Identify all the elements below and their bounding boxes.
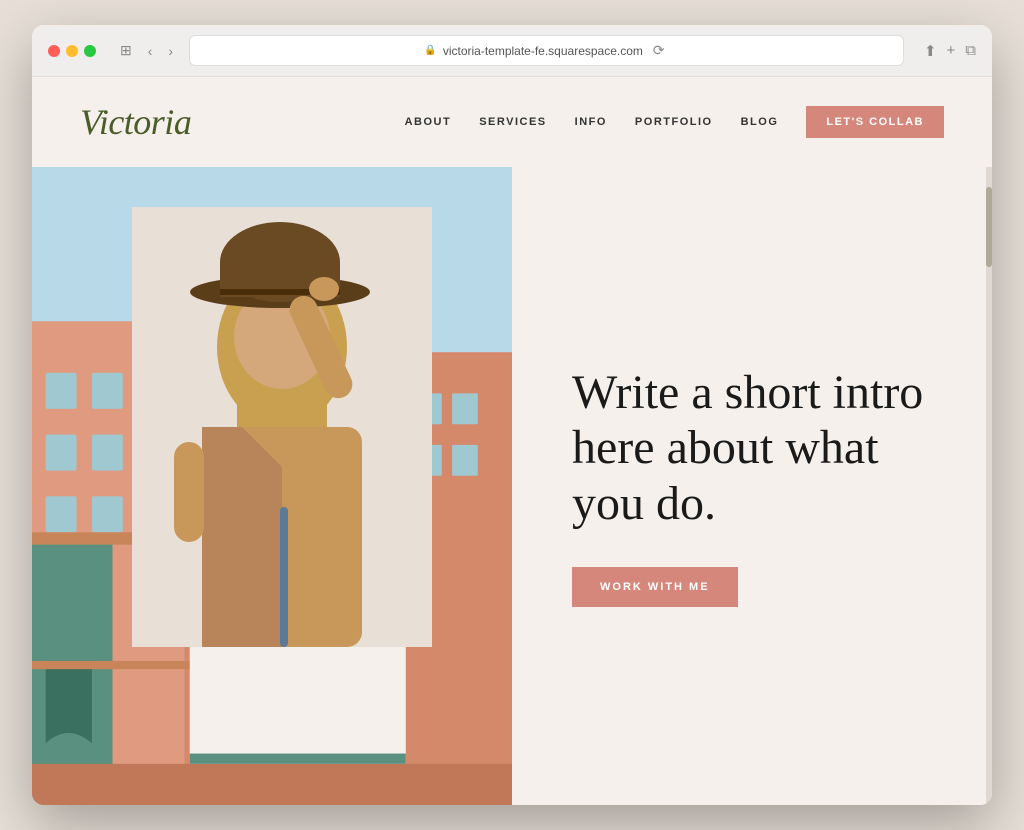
portrait-photo xyxy=(132,207,432,647)
website-content: Victoria ABOUT SERVICES INFO PORTFOLIO B… xyxy=(32,77,992,805)
window-layout-button[interactable]: ⊞ xyxy=(116,40,136,61)
scrollbar[interactable] xyxy=(986,167,992,805)
url-text: victoria-template-fe.squarespace.com xyxy=(443,44,643,58)
traffic-lights xyxy=(48,45,96,57)
hero-section: Write a short intro here about what you … xyxy=(32,167,992,805)
back-button[interactable]: ‹ xyxy=(144,40,157,61)
browser-actions: ⬆ + ⧉ xyxy=(924,42,976,60)
reload-button[interactable]: ⟳ xyxy=(649,40,669,61)
browser-chrome: ⊞ ‹ › 🔒 victoria-template-fe.squarespace… xyxy=(32,25,992,77)
nav-services[interactable]: SERVICES xyxy=(479,116,546,128)
minimize-button[interactable] xyxy=(66,45,78,57)
hero-headline: Write a short intro here about what you … xyxy=(572,365,932,531)
portrait-figure-svg xyxy=(132,207,432,647)
site-logo: Victoria xyxy=(80,101,191,143)
nav-portfolio[interactable]: PORTFOLIO xyxy=(635,116,713,128)
share-button[interactable]: ⬆ xyxy=(924,42,937,60)
maximize-button[interactable] xyxy=(84,45,96,57)
hero-left-panel xyxy=(32,167,512,805)
lock-icon: 🔒 xyxy=(424,45,436,56)
site-nav: ABOUT SERVICES INFO PORTFOLIO BLOG LET'S… xyxy=(405,106,944,138)
hero-right-panel: Write a short intro here about what you … xyxy=(512,167,992,805)
hero-cta-button[interactable]: WORK WITH ME xyxy=(572,567,738,607)
address-bar[interactable]: 🔒 victoria-template-fe.squarespace.com ⟳ xyxy=(189,35,904,66)
site-header: Victoria ABOUT SERVICES INFO PORTFOLIO B… xyxy=(32,77,992,167)
nav-blog[interactable]: BLOG xyxy=(741,116,779,128)
nav-info[interactable]: INFO xyxy=(575,116,607,128)
forward-button[interactable]: › xyxy=(164,40,177,61)
nav-cta-button[interactable]: LET'S COLLAB xyxy=(806,106,944,138)
tabs-button[interactable]: ⧉ xyxy=(965,42,976,60)
close-button[interactable] xyxy=(48,45,60,57)
new-tab-button[interactable]: + xyxy=(947,42,956,60)
scrollbar-thumb[interactable] xyxy=(986,187,992,267)
browser-window: ⊞ ‹ › 🔒 victoria-template-fe.squarespace… xyxy=(32,25,992,805)
browser-controls: ⊞ ‹ › xyxy=(116,40,177,61)
nav-about[interactable]: ABOUT xyxy=(405,116,452,128)
